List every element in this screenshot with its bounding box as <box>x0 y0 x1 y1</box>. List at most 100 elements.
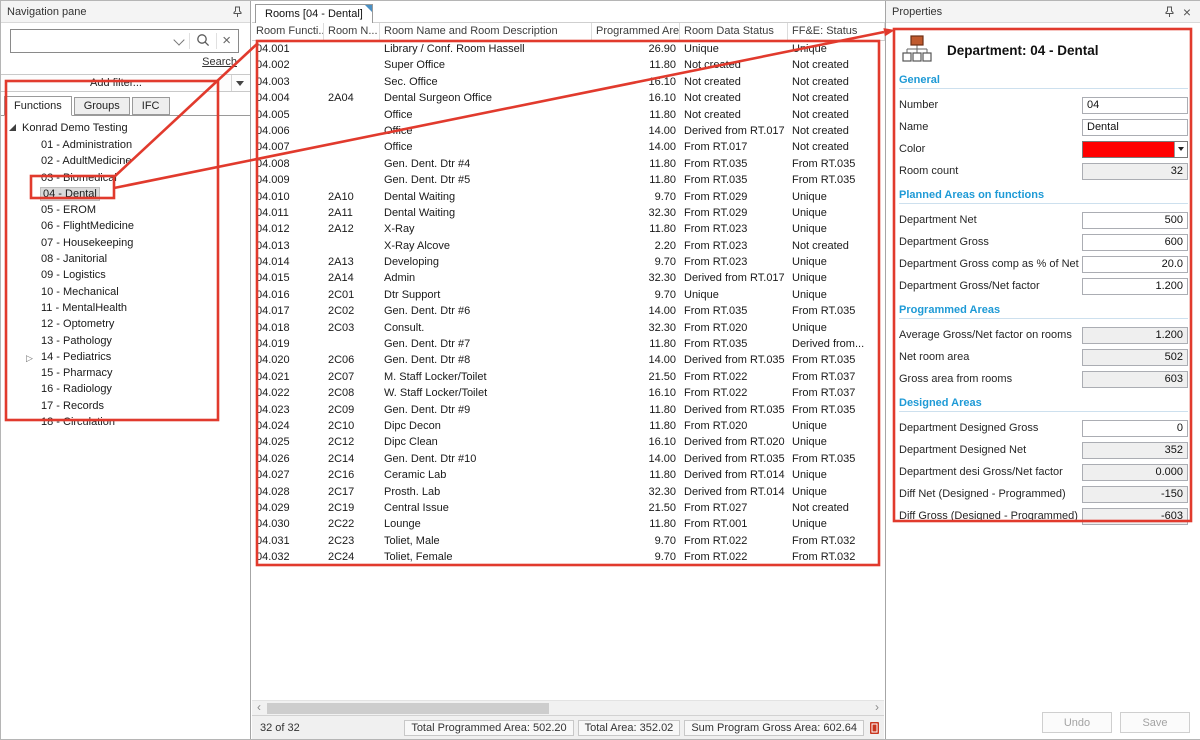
pin-icon[interactable] <box>230 5 244 19</box>
area-calc-icon[interactable] <box>869 721 880 735</box>
horizontal-scrollbar[interactable]: ‹ › <box>252 700 884 715</box>
clear-search-icon[interactable]: × <box>217 31 238 51</box>
save-button[interactable]: Save <box>1120 712 1190 733</box>
expand-icon[interactable]: ▷ <box>26 350 33 366</box>
table-row[interactable]: 04.001Library / Conf. Room Hassell26.90U… <box>252 41 885 57</box>
field-input-department-gross[interactable] <box>1082 234 1188 251</box>
field-input-department-designed-gross[interactable] <box>1082 420 1188 437</box>
table-row[interactable]: 04.0162C01Dtr Support9.70UniqueUnique <box>252 287 885 303</box>
sidebar-item-dental[interactable]: 04 - Dental <box>1 186 250 202</box>
tree-root-label: Konrad Demo Testing <box>22 120 128 137</box>
table-row[interactable]: 04.0142A13Developing9.70From RT.023Uniqu… <box>252 254 885 270</box>
field-input-name[interactable] <box>1082 119 1188 136</box>
tab-rooms-04-dental[interactable]: Rooms [04 - Dental] <box>255 4 373 23</box>
tree-root-konrad-demo-testing[interactable]: Konrad Demo Testing <box>1 120 250 137</box>
table-row[interactable]: 04.003Sec. Office16.10Not createdNot cre… <box>252 74 885 90</box>
table-row[interactable]: 04.0102A10Dental Waiting9.70From RT.029U… <box>252 189 885 205</box>
table-row[interactable]: 04.002Super Office11.80Not createdNot cr… <box>252 57 885 73</box>
sidebar-item-adultmedicine[interactable]: 02 - AdultMedicine <box>1 153 250 169</box>
column-header-programmed-area[interactable]: Programmed Area <box>592 23 680 40</box>
add-filter-dropdown[interactable]: Add filter... <box>1 74 250 92</box>
color-picker[interactable] <box>1082 141 1188 158</box>
sidebar-item-biomedical[interactable]: 03 - Biomedical <box>1 170 250 186</box>
field-input-department-gross-comp-as-of-net[interactable] <box>1082 256 1188 273</box>
table-cell: Unique <box>788 484 885 500</box>
scroll-right-arrow[interactable]: › <box>870 701 884 715</box>
sidebar-item-flightmedicine[interactable]: 06 - FlightMedicine <box>1 218 250 234</box>
sidebar-item-pharmacy[interactable]: 15 - Pharmacy <box>1 365 250 381</box>
table-row[interactable]: 04.0122A12X-Ray11.80From RT.023Unique <box>252 221 885 237</box>
table-row[interactable]: 04.0312C23Toliet, Male9.70From RT.022Fro… <box>252 533 885 549</box>
sidebar-item-pathology[interactable]: 13 - Pathology <box>1 333 250 349</box>
table-row[interactable]: 04.0222C08W. Staff Locker/Toilet16.10Fro… <box>252 385 885 401</box>
table-row[interactable]: 04.0042A04Dental Surgeon Office16.10Not … <box>252 90 885 106</box>
chevron-down-icon[interactable] <box>174 34 185 45</box>
sidebar-item-mentalhealth[interactable]: 11 - MentalHealth <box>1 300 250 316</box>
tab-groups[interactable]: Groups <box>74 97 130 115</box>
column-header-ffe-status[interactable]: FF&E: Status <box>788 23 885 40</box>
table-cell <box>324 41 380 57</box>
table-row[interactable]: 04.0232C09Gen. Dent. Dtr #911.80Derived … <box>252 402 885 418</box>
table-row[interactable]: 04.0262C14Gen. Dent. Dtr #1014.00Derived… <box>252 451 885 467</box>
table-row[interactable]: 04.006Office14.00Derived from RT.017Not … <box>252 123 885 139</box>
table-row[interactable]: 04.0152A14Admin32.30Derived from RT.017U… <box>252 270 885 286</box>
scroll-left-arrow[interactable]: ‹ <box>252 701 266 715</box>
table-row[interactable]: 04.019Gen. Dent. Dtr #711.80From RT.035D… <box>252 336 885 352</box>
field-input-department-net[interactable] <box>1082 212 1188 229</box>
sidebar-item-janitorial[interactable]: 08 - Janitorial <box>1 251 250 267</box>
search-input[interactable] <box>11 31 173 51</box>
table-row[interactable]: 04.0242C10Dipc Decon11.80From RT.020Uniq… <box>252 418 885 434</box>
sidebar-item-mechanical[interactable]: 10 - Mechanical <box>1 284 250 300</box>
table-cell: 04.021 <box>252 369 324 385</box>
collapse-icon[interactable] <box>9 124 16 131</box>
tree-item-label: 10 - Mechanical <box>41 286 119 298</box>
table-row[interactable]: 04.0182C03Consult.32.30From RT.020Unique <box>252 320 885 336</box>
sidebar-item-logistics[interactable]: 09 - Logistics <box>1 267 250 283</box>
table-row[interactable]: 04.0282C17Prosth. Lab32.30Derived from R… <box>252 484 885 500</box>
search-icon[interactable] <box>196 33 210 50</box>
tab-ifc[interactable]: IFC <box>132 97 170 115</box>
table-row[interactable]: 04.005Office11.80Not createdNot created <box>252 107 885 123</box>
table-row[interactable]: 04.0172C02Gen. Dent. Dtr #614.00From RT.… <box>252 303 885 319</box>
undo-button[interactable]: Undo <box>1042 712 1112 733</box>
sidebar-item-records[interactable]: 17 - Records <box>1 398 250 414</box>
table-row[interactable]: 04.0202C06Gen. Dent. Dtr #814.00Derived … <box>252 352 885 368</box>
column-header-room-name[interactable]: Room Name and Room Description <box>380 23 592 40</box>
table-row[interactable]: 04.0252C12Dipc Clean16.10Derived from RT… <box>252 434 885 450</box>
table-row[interactable]: 04.008Gen. Dent. Dtr #411.80From RT.035F… <box>252 156 885 172</box>
scrollbar-thumb[interactable] <box>267 703 549 714</box>
sidebar-item-erom[interactable]: 05 - EROM <box>1 202 250 218</box>
dropdown-arrow-icon[interactable] <box>1174 142 1187 157</box>
search-link[interactable]: Search <box>202 56 237 68</box>
sidebar-item-circulation[interactable]: 18 - Circulation <box>1 414 250 430</box>
table-row[interactable]: 04.013X-Ray Alcove2.20From RT.023Not cre… <box>252 238 885 254</box>
sidebar-item-radiology[interactable]: 16 - Radiology <box>1 381 250 397</box>
table-row[interactable]: 04.0322C24Toliet, Female9.70From RT.022F… <box>252 549 885 565</box>
table-row[interactable]: 04.0212C07M. Staff Locker/Toilet21.50Fro… <box>252 369 885 385</box>
properties-panel: Properties × <box>886 1 1200 739</box>
table-cell: From RT.035 <box>680 303 788 319</box>
dropdown-arrow-icon[interactable] <box>236 81 244 86</box>
table-row[interactable]: 04.0272C16Ceramic Lab11.80Derived from R… <box>252 467 885 483</box>
table-row[interactable]: 04.0292C19Central Issue21.50From RT.027N… <box>252 500 885 516</box>
table-cell: W. Staff Locker/Toilet <box>380 385 592 401</box>
add-filter-label: Add filter... <box>1 77 231 89</box>
column-header-room-number[interactable]: Room N... <box>324 23 380 40</box>
sidebar-item-optometry[interactable]: 12 - Optometry <box>1 316 250 332</box>
table-row[interactable]: 04.007Office14.00From RT.017Not created <box>252 139 885 155</box>
field-input-number[interactable] <box>1082 97 1188 114</box>
table-row[interactable]: 04.0302C22Lounge11.80From RT.001Unique <box>252 516 885 532</box>
tab-functions[interactable]: Functions <box>4 96 72 116</box>
sidebar-item-housekeeping[interactable]: 07 - Housekeeping <box>1 235 250 251</box>
column-header-room-function[interactable]: Room Functi... <box>252 23 324 40</box>
sidebar-item-pediatrics[interactable]: ▷14 - Pediatrics <box>1 349 250 365</box>
close-icon[interactable]: × <box>1180 5 1194 19</box>
column-header-room-data-status[interactable]: Room Data Status <box>680 23 788 40</box>
table-cell: Not created <box>788 123 885 139</box>
table-row[interactable]: 04.0112A11Dental Waiting32.30From RT.029… <box>252 205 885 221</box>
sidebar-item-administration[interactable]: 01 - Administration <box>1 137 250 153</box>
field-input-department-gross-net-factor[interactable] <box>1082 278 1188 295</box>
table-cell: From RT.035 <box>788 156 885 172</box>
table-row[interactable]: 04.009Gen. Dent. Dtr #511.80From RT.035F… <box>252 172 885 188</box>
pin-icon[interactable] <box>1162 5 1176 19</box>
